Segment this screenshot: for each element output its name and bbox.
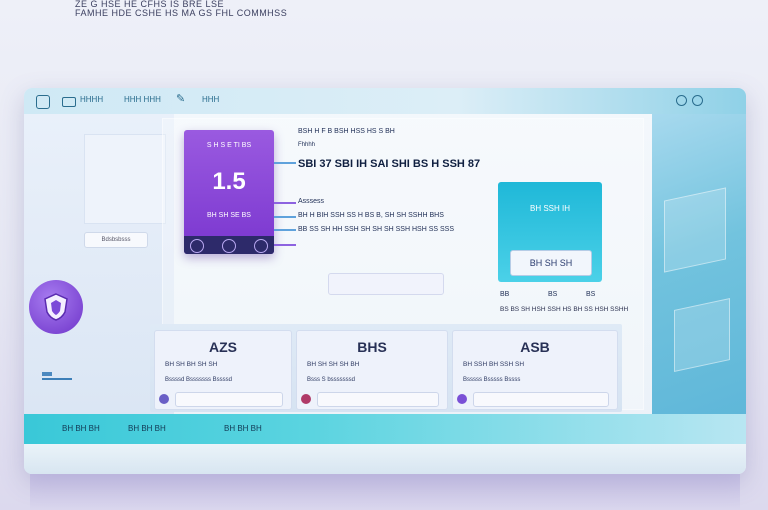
footer-base (24, 444, 746, 474)
connector-line (274, 229, 296, 231)
left-pill[interactable]: Bdsbsbsss (84, 232, 148, 248)
stat-label: BH SH BH SH SH (165, 361, 218, 368)
pen-icon[interactable]: ✎ (176, 92, 185, 105)
info-row-1: BSH H F B BSH HSS HS S BH (298, 128, 395, 135)
caption-text: ZE G HSE HE CFHS IS BRE LSE FAMHE HDE CS… (75, 0, 375, 18)
stat-desc: Bssssd Bsssssss Bssssd (165, 377, 233, 383)
stat-card[interactable]: AZS BH SH BH SH SH Bssssd Bsssssss Bssss… (154, 330, 292, 410)
info-row-1b: Fhhhh (298, 142, 316, 148)
summary-card-sub: BH SH SE BS (207, 212, 251, 219)
summary-card[interactable]: S H S E TI BS 1.5 BH SH SE BS (184, 130, 274, 254)
info-row-5: BB SS SH HH SSH SH SH SH SSH HSH SS SSS (298, 226, 454, 233)
stat-value: ASB (520, 339, 550, 355)
info-headline: SBI 37 SBI IH SAI SHI BS H SSH 87 (298, 158, 481, 170)
stat-input[interactable] (473, 392, 609, 407)
glass-block (674, 298, 730, 372)
shield-icon (44, 293, 68, 321)
search-input[interactable] (328, 273, 444, 295)
footer-tab-3[interactable]: BH BH BH (224, 424, 262, 433)
meta-1: BB (500, 291, 510, 298)
minimize-icon[interactable] (676, 95, 687, 106)
left-card (84, 134, 166, 224)
fingerprint-icon (159, 394, 169, 404)
stat-value: AZS (209, 339, 237, 355)
caption-line-2: FAMHE HDE CSHE HS MA GS FHL COMMHSS (75, 8, 288, 18)
summary-card-footer (184, 236, 274, 254)
connector-line (274, 216, 296, 218)
glass-block (664, 187, 726, 273)
connector-line (274, 162, 296, 164)
footer-tab-1[interactable]: BH BH BH (62, 424, 100, 433)
left-mini-line (42, 378, 72, 380)
meta-3: BS (586, 291, 596, 298)
summary-card-value: 1.5 (212, 168, 246, 195)
stat-desc: Bsss S bsssssssd (307, 377, 356, 383)
stat-desc: Bsssss Bsssss Bssss (463, 377, 521, 383)
action-panel: BH SSH IH BH SH SH (498, 182, 602, 282)
titlebar-item-3[interactable]: HHH (202, 95, 219, 107)
settings-icon[interactable] (222, 239, 236, 253)
stat-label: BH SH SH SH BH (307, 361, 360, 368)
stat-input[interactable] (175, 392, 283, 407)
stat-input[interactable] (317, 392, 439, 407)
info-row-4: BH H BIH SSH SS H BS B, SH SH SSHH BHS (298, 212, 444, 219)
footer-bar: BH BH BH BH BH BH BH BH BH (24, 414, 746, 444)
footer-tab-2[interactable]: BH BH BH (128, 424, 166, 433)
action-panel-label: BH SSH IH (529, 204, 570, 213)
info-row-3: Asssess (298, 198, 325, 205)
connector-line (274, 202, 296, 204)
stats-row: AZS BH SH BH SH SH Bssssd Bsssssss Bssss… (150, 324, 622, 412)
stat-label: BH SSH BH SSH SH (463, 361, 525, 368)
right-decoration (652, 114, 746, 414)
fingerprint-icon (301, 394, 311, 404)
window-reflection (30, 474, 740, 510)
row-note: BS BS SH HSH SSH HS BH SS HSH SSHH (500, 306, 629, 313)
titlebar-item-1[interactable]: HHHH (80, 95, 103, 107)
stat-card[interactable]: ASB BH SSH BH SSH SH Bsssss Bsssss Bssss (452, 330, 618, 410)
left-mini-bar (42, 372, 52, 376)
meta-2: BS (548, 291, 558, 298)
title-bar: HHHH HHH HHH ✎ HHH (24, 88, 746, 114)
window-icon[interactable] (62, 97, 76, 107)
connector-line (274, 244, 296, 246)
home-icon[interactable] (36, 95, 50, 109)
action-button[interactable]: BH SH SH (510, 250, 592, 276)
user-icon[interactable] (190, 239, 204, 253)
stat-value: BHS (357, 339, 387, 355)
stat-card[interactable]: BHS BH SH SH SH BH Bsss S bsssssssd (296, 330, 448, 410)
share-icon[interactable] (254, 239, 268, 253)
shield-badge[interactable] (29, 280, 83, 334)
titlebar-item-2[interactable]: HHH HHH (124, 95, 161, 107)
close-icon[interactable] (692, 95, 703, 106)
fingerprint-icon (457, 394, 467, 404)
summary-card-label: S H S E TI BS (206, 142, 252, 149)
